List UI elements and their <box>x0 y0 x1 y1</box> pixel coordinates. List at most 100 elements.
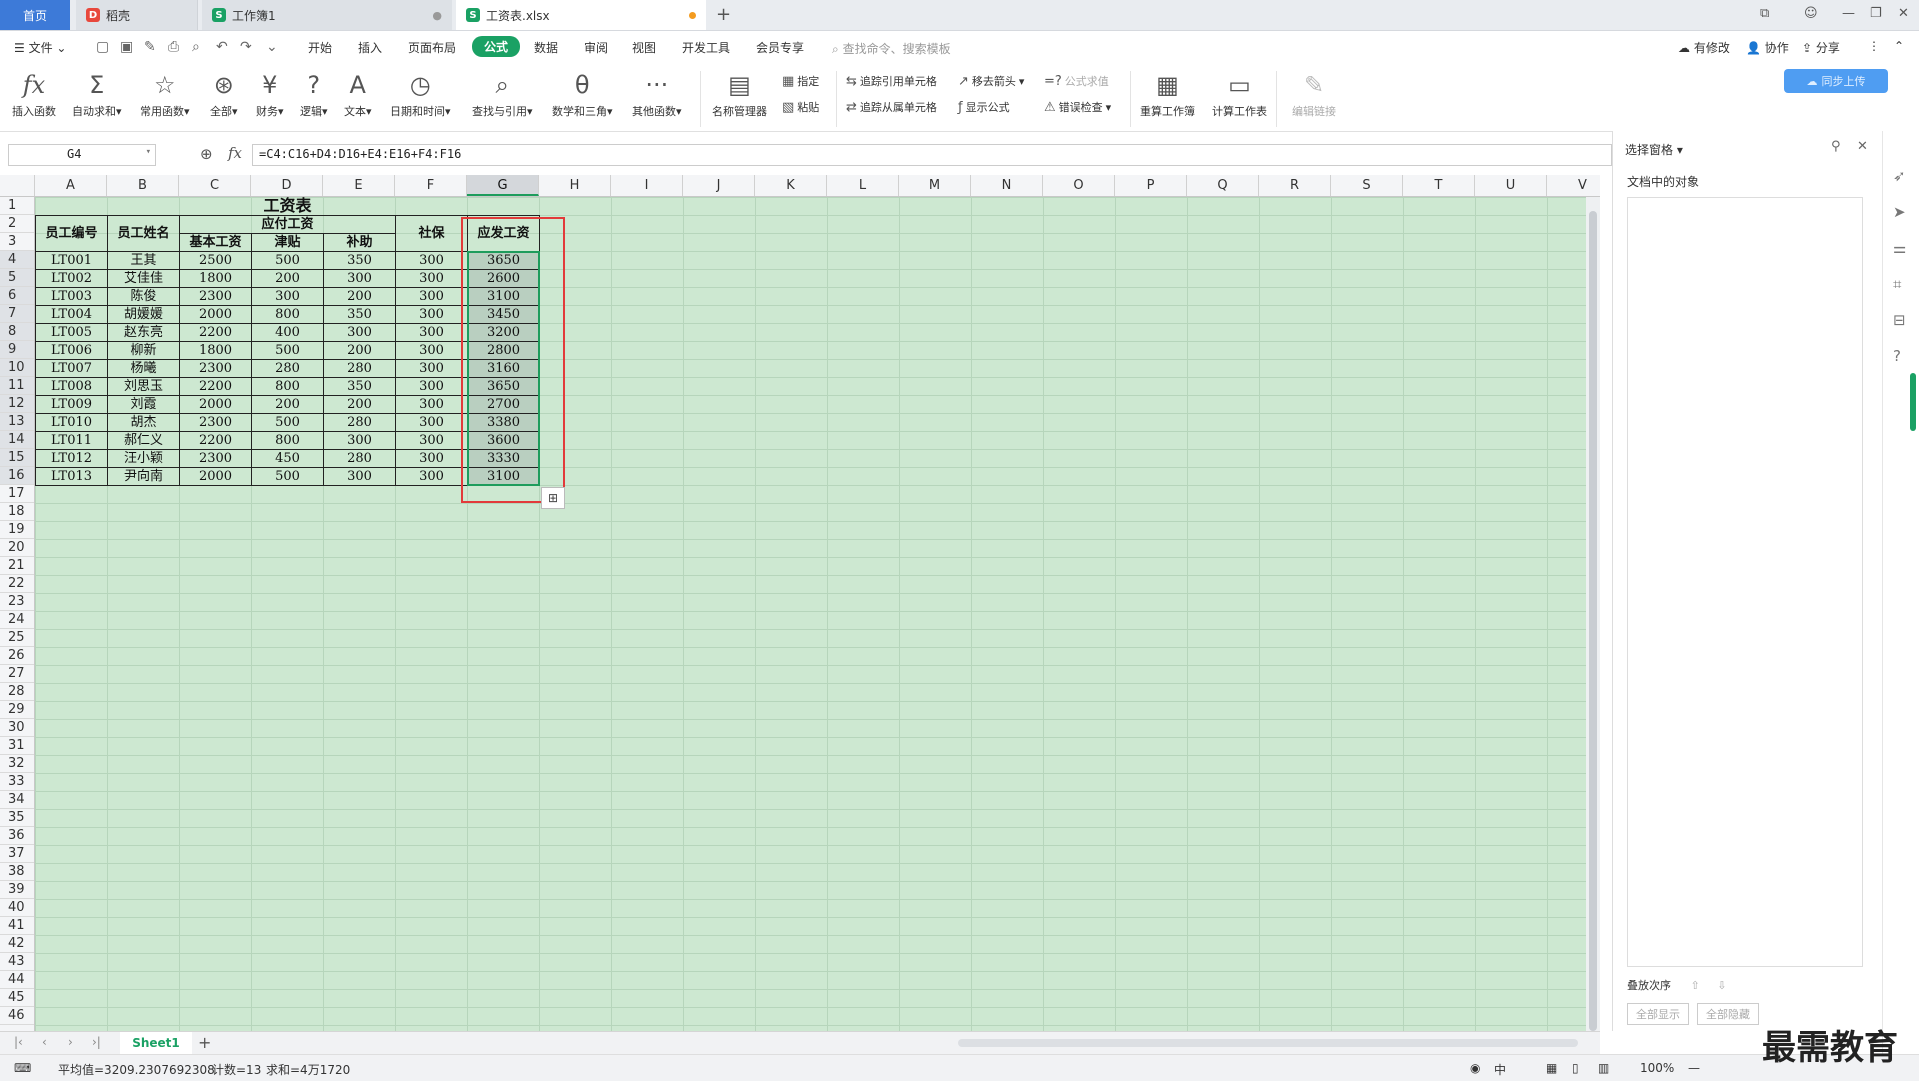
row-header[interactable]: 32 <box>0 755 34 773</box>
row-header[interactable]: 31 <box>0 737 34 755</box>
table-cell[interactable]: 300 <box>323 467 396 486</box>
format-brush-icon[interactable]: ✎ <box>144 39 156 55</box>
undo-icon[interactable]: ↶ <box>216 39 228 55</box>
fx-icon[interactable]: fx <box>228 144 242 162</box>
financial-button[interactable]: ¥ 财务▾ <box>256 70 284 119</box>
customize-quick-access-icon[interactable]: ⌄ <box>266 39 278 55</box>
table-cell[interactable]: 2500 <box>179 251 252 270</box>
table-cell[interactable]: 王其 <box>107 251 180 270</box>
chevron-down-icon[interactable]: ▾ <box>146 147 151 157</box>
table-cell[interactable]: 500 <box>251 413 324 432</box>
row-header[interactable]: 41 <box>0 917 34 935</box>
column-header-k[interactable]: K <box>755 175 827 196</box>
row-header[interactable]: 20 <box>0 539 34 557</box>
column-header-q[interactable]: Q <box>1187 175 1259 196</box>
close-window-icon[interactable]: ✕ <box>1898 6 1909 21</box>
eye-protect-icon[interactable]: ◉ <box>1470 1061 1480 1075</box>
avatar[interactable]: ☺ <box>1804 6 1818 21</box>
name-manager-button[interactable]: ▤ 名称管理器 <box>712 70 767 119</box>
row-header[interactable]: 46 <box>0 1007 34 1025</box>
new-tab-plus-icon[interactable]: + <box>716 4 731 25</box>
table-cell[interactable]: 500 <box>251 341 324 360</box>
redo-icon[interactable]: ↷ <box>240 39 252 55</box>
tab-docer[interactable]: D 稻壳 <box>76 0 198 30</box>
table-cell[interactable]: 500 <box>251 467 324 486</box>
all-functions-button[interactable]: ⊛ 全部▾ <box>210 70 238 119</box>
next-sheet-icon[interactable]: › <box>68 1035 73 1049</box>
table-cell[interactable]: LT001 <box>35 251 108 270</box>
normal-view-icon[interactable]: ▦ <box>1546 1061 1557 1075</box>
table-cell[interactable]: 陈俊 <box>107 287 180 306</box>
row-header[interactable]: 8 <box>0 323 34 341</box>
row-header[interactable]: 14 <box>0 431 34 449</box>
pin-icon[interactable]: ⚲ <box>1831 139 1841 154</box>
table-cell[interactable]: 300 <box>323 323 396 342</box>
row-header[interactable]: 38 <box>0 863 34 881</box>
row-header[interactable]: 39 <box>0 881 34 899</box>
row-header[interactable]: 7 <box>0 305 34 323</box>
archive-icon[interactable]: ⊟ <box>1893 311 1906 329</box>
input-method[interactable]: 中 <box>1494 1061 1506 1078</box>
header-allowance[interactable]: 津贴 <box>251 233 324 252</box>
object-list[interactable] <box>1627 197 1863 967</box>
insert-function-button[interactable]: fx 插入函数 <box>12 70 56 119</box>
tab-salary-xlsx[interactable]: S 工资表.xlsx <box>456 0 706 30</box>
table-cell[interactable]: 300 <box>251 287 324 306</box>
table-cell[interactable]: 3200 <box>467 323 540 342</box>
page-break-view-icon[interactable]: ▥ <box>1598 1061 1609 1075</box>
zoom-search-icon[interactable]: ⊕ <box>200 145 213 163</box>
show-all-button[interactable]: 全部显示 <box>1627 1003 1689 1025</box>
column-header-c[interactable]: C <box>179 175 251 196</box>
row-header[interactable]: 28 <box>0 683 34 701</box>
minimize-icon[interactable]: — <box>1842 6 1855 21</box>
table-cell[interactable]: LT007 <box>35 359 108 378</box>
row-header[interactable]: 45 <box>0 989 34 1007</box>
column-header-v[interactable]: V <box>1547 175 1600 196</box>
row-header[interactable]: 22 <box>0 575 34 593</box>
help-icon[interactable]: ? <box>1893 347 1901 365</box>
rocket-icon[interactable]: ➶ <box>1893 167 1906 185</box>
define-name-button[interactable]: ▦ 指定 <box>782 73 819 89</box>
column-header-l[interactable]: L <box>827 175 899 196</box>
show-formulas-button[interactable]: ƒ 显示公式 <box>958 99 1010 115</box>
lookup-button[interactable]: ⌕ 查找与引用▾ <box>472 70 533 119</box>
table-cell[interactable]: 2300 <box>179 449 252 468</box>
formula-input[interactable]: =C4:C16+D4:D16+E4:E16+F4:F16 <box>252 144 1612 166</box>
table-cell[interactable]: 300 <box>395 323 468 342</box>
print-preview-icon[interactable]: ⌕ <box>192 39 200 55</box>
table-title[interactable]: 工资表 <box>35 197 540 216</box>
arrow-up-icon[interactable]: ⇧ <box>1691 979 1700 992</box>
table-cell[interactable]: 1800 <box>179 341 252 360</box>
table-cell[interactable]: 300 <box>323 431 396 450</box>
table-cell[interactable]: 2000 <box>179 395 252 414</box>
prev-sheet-icon[interactable]: ‹ <box>42 1035 47 1049</box>
table-cell[interactable]: 300 <box>395 287 468 306</box>
print-icon[interactable]: ⎙ <box>168 39 179 55</box>
row-header[interactable]: 17 <box>0 485 34 503</box>
table-cell[interactable]: 3650 <box>467 377 540 396</box>
cloud-sync-button[interactable]: ☁ 同步上传 <box>1784 69 1888 93</box>
row-header[interactable]: 42 <box>0 935 34 953</box>
table-cell[interactable]: 200 <box>251 269 324 288</box>
column-header-d[interactable]: D <box>251 175 323 196</box>
trace-precedents-button[interactable]: ⇆ 追踪引用单元格 <box>846 73 937 89</box>
table-cell[interactable]: 2000 <box>179 467 252 486</box>
table-cell[interactable]: 300 <box>323 269 396 288</box>
share-button[interactable]: ⇪ 分享 <box>1802 39 1840 56</box>
header-base-wage[interactable]: 基本工资 <box>179 233 252 252</box>
table-cell[interactable]: 刘思玉 <box>107 377 180 396</box>
row-header[interactable]: 44 <box>0 971 34 989</box>
name-box[interactable]: G4 ▾ <box>8 144 156 166</box>
menu-review[interactable]: 审阅 <box>584 39 608 56</box>
table-cell[interactable]: 280 <box>323 449 396 468</box>
table-cell[interactable]: 柳新 <box>107 341 180 360</box>
row-header[interactable]: 24 <box>0 611 34 629</box>
table-cell[interactable]: 800 <box>251 377 324 396</box>
column-header-n[interactable]: N <box>971 175 1043 196</box>
evaluate-formula-button[interactable]: =? 公式求值 <box>1044 73 1109 89</box>
table-cell[interactable]: LT006 <box>35 341 108 360</box>
table-cell[interactable]: 400 <box>251 323 324 342</box>
sheet-tab-sheet1[interactable]: Sheet1 <box>120 1032 192 1054</box>
row-header[interactable]: 35 <box>0 809 34 827</box>
table-cell[interactable]: 300 <box>395 251 468 270</box>
